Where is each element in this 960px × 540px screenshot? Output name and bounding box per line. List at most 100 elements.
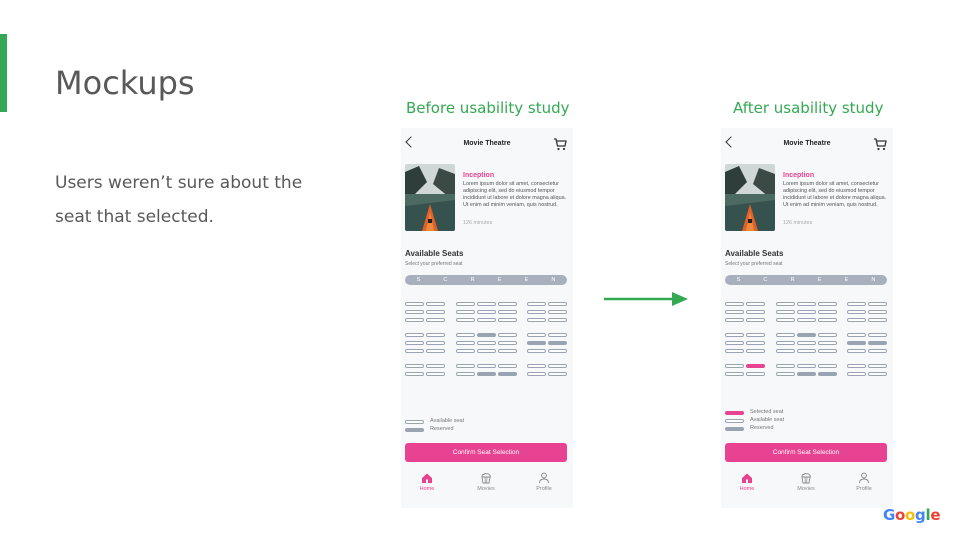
seat-available[interactable] [776,372,795,376]
nav-item-profile[interactable]: Profile [844,472,884,492]
seat-available[interactable] [426,302,445,306]
seat-available[interactable] [456,364,475,368]
seat-available[interactable] [746,333,765,337]
seat-available[interactable] [477,349,496,353]
seat-available[interactable] [527,302,546,306]
seat-available[interactable] [746,341,765,345]
seat-available[interactable] [725,302,744,306]
seat-available[interactable] [847,333,866,337]
seat-available[interactable] [456,341,475,345]
seat-available[interactable] [548,318,567,322]
seat-available[interactable] [527,364,546,368]
seat-available[interactable] [797,341,816,345]
seat-available[interactable] [426,349,445,353]
seat-available[interactable] [818,302,837,306]
seat-available[interactable] [548,302,567,306]
seat-available[interactable] [725,341,744,345]
seat-available[interactable] [527,310,546,314]
seat-available[interactable] [725,333,744,337]
seat-available[interactable] [527,372,546,376]
seat-available[interactable] [797,349,816,353]
seat-available[interactable] [527,318,546,322]
seat-available[interactable] [405,302,424,306]
seat-available[interactable] [746,310,765,314]
seat-available[interactable] [797,302,816,306]
nav-item-home[interactable]: Home [407,472,447,492]
seat-available[interactable] [477,318,496,322]
seat-available[interactable] [776,349,795,353]
seat-available[interactable] [776,341,795,345]
seat-available[interactable] [498,310,517,314]
seat-available[interactable] [498,333,517,337]
seat-available[interactable] [498,349,517,353]
seat-available[interactable] [405,310,424,314]
seat-available[interactable] [847,318,866,322]
seat-available[interactable] [477,364,496,368]
seat-available[interactable] [426,372,445,376]
seat-available[interactable] [797,364,816,368]
seat-available[interactable] [456,333,475,337]
seat-available[interactable] [527,349,546,353]
seat-available[interactable] [426,318,445,322]
seat-available[interactable] [498,302,517,306]
confirm-seat-selection-button[interactable]: Confirm Seat Selection [725,443,887,462]
seat-available[interactable] [426,364,445,368]
seat-available[interactable] [456,302,475,306]
seat-selected[interactable] [746,364,765,368]
seat-available[interactable] [405,349,424,353]
seat-available[interactable] [456,349,475,353]
seat-available[interactable] [746,349,765,353]
nav-item-profile[interactable]: Profile [524,472,564,492]
seat-available[interactable] [477,341,496,345]
seat-available[interactable] [548,349,567,353]
seat-available[interactable] [847,349,866,353]
seat-available[interactable] [818,318,837,322]
nav-item-movies[interactable]: Movies [786,472,826,492]
seat-available[interactable] [746,318,765,322]
seat-available[interactable] [725,349,744,353]
seat-available[interactable] [725,364,744,368]
seat-available[interactable] [725,372,744,376]
seat-available[interactable] [868,310,887,314]
seat-available[interactable] [548,333,567,337]
seat-available[interactable] [456,318,475,322]
seat-available[interactable] [818,349,837,353]
seat-available[interactable] [498,364,517,368]
nav-item-movies[interactable]: Movies [466,472,506,492]
seat-available[interactable] [776,318,795,322]
seat-available[interactable] [868,302,887,306]
seat-available[interactable] [426,333,445,337]
seat-available[interactable] [797,310,816,314]
seat-available[interactable] [847,372,866,376]
seat-available[interactable] [405,364,424,368]
seat-available[interactable] [405,341,424,345]
seat-available[interactable] [405,333,424,337]
seat-available[interactable] [818,310,837,314]
seat-available[interactable] [456,372,475,376]
seat-available[interactable] [868,349,887,353]
seat-available[interactable] [477,302,496,306]
seat-available[interactable] [426,341,445,345]
seat-available[interactable] [527,333,546,337]
seat-available[interactable] [498,318,517,322]
seat-available[interactable] [818,341,837,345]
seat-available[interactable] [746,302,765,306]
seat-available[interactable] [548,372,567,376]
seat-available[interactable] [498,341,517,345]
nav-item-home[interactable]: Home [727,472,767,492]
seat-available[interactable] [776,302,795,306]
seat-available[interactable] [818,333,837,337]
seat-available[interactable] [847,310,866,314]
seat-available[interactable] [776,310,795,314]
seat-available[interactable] [776,364,795,368]
seat-available[interactable] [868,364,887,368]
seat-available[interactable] [405,372,424,376]
seat-available[interactable] [797,318,816,322]
seat-available[interactable] [868,318,887,322]
seat-available[interactable] [405,318,424,322]
seat-available[interactable] [426,310,445,314]
seat-available[interactable] [746,372,765,376]
seat-available[interactable] [868,372,887,376]
seat-available[interactable] [725,318,744,322]
seat-available[interactable] [776,333,795,337]
